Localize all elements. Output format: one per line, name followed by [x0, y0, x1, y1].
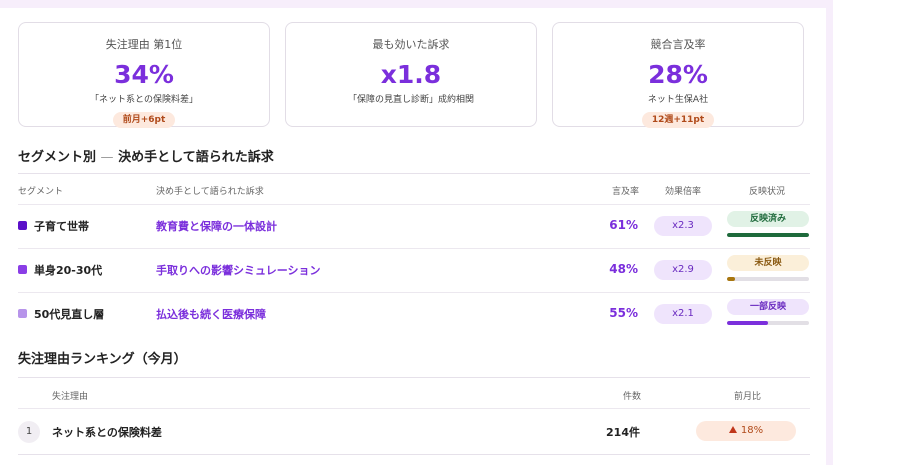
- segment-name: 単身20-30代: [34, 264, 103, 277]
- divider: [18, 454, 810, 455]
- ranking-section: 失注理由ランキング（今月） 失注理由 件数 前月比 1 ネット系との保険料差 2…: [18, 349, 810, 455]
- segment-section: セグメント別 — 決め手として語られた訴求 セグメント 決め手として語られた訴求…: [18, 147, 810, 336]
- table-row[interactable]: 1 ネット系との保険料差 214件 18%: [18, 408, 810, 454]
- segment-mention-rate: 61%: [609, 218, 638, 232]
- segment-effect-multiplier: x2.1: [654, 304, 712, 324]
- col-header-status: 反映状況: [749, 187, 786, 197]
- segment-name: 子育て世帯: [34, 220, 89, 233]
- segment-mention-rate: 48%: [609, 262, 638, 276]
- col-header-mom: 前月比: [734, 392, 762, 402]
- kpi-value: 28%: [648, 60, 708, 89]
- loss-count: 214件: [606, 426, 640, 439]
- kpi-label: 競合言及率: [650, 38, 706, 51]
- kpi-card-row: 失注理由 第1位 34% 「ネット系との保険料差」 前月+6pt 最も効いた訴求…: [18, 22, 810, 128]
- status-progress-track: [727, 321, 809, 325]
- segment-name: 50代見直し層: [34, 308, 105, 321]
- status-badge: 未反映: [727, 255, 809, 271]
- right-frame-band: [826, 0, 833, 465]
- segment-appeal: 払込後も続く医療保障: [156, 308, 266, 321]
- status-progress-fill: [727, 233, 809, 237]
- segment-appeal: 手取りへの影響シミュレーション: [156, 264, 321, 277]
- col-header-rate: 言及率: [612, 187, 640, 197]
- status-progress-track: [727, 233, 809, 237]
- dashboard: 失注理由 第1位 34% 「ネット系との保険料差」 前月+6pt 最も効いた訴求…: [18, 22, 810, 455]
- kpi-change-badge: 前月+6pt: [112, 112, 176, 128]
- kpi-subtext: 「ネット系との保険料差」: [90, 95, 198, 105]
- segment-section-title: セグメント別 — 決め手として語られた訴求: [18, 147, 810, 169]
- table-row[interactable]: 単身20-30代 手取りへの影響シミュレーション 48% x2.9 未反映: [18, 248, 810, 292]
- segment-table-header: セグメント 決め手として語られた訴求 言及率 効果倍率 反映状況: [18, 174, 810, 204]
- kpi-label: 最も効いた訴求: [372, 38, 450, 51]
- kpi-card-competitor-mention: 競合言及率 28% ネット生保A社 12週+11pt: [552, 22, 804, 128]
- table-row[interactable]: 子育て世帯 教育費と保障の一体設計 61% x2.3 反映済み: [18, 204, 810, 248]
- col-header-appeal: 決め手として語られた訴求: [156, 187, 264, 197]
- segment-effect-multiplier: x2.3: [654, 216, 712, 236]
- col-header-segment: セグメント: [18, 187, 64, 197]
- segment-color-swatch: [18, 221, 27, 230]
- status-progress-track: [727, 277, 809, 281]
- ranking-section-title: 失注理由ランキング（今月）: [18, 352, 187, 367]
- col-header-multiplier: 効果倍率: [665, 187, 702, 197]
- kpi-change-badge: 12週+11pt: [641, 112, 715, 128]
- segment-title-rest: 決め手として語られた訴求: [118, 150, 274, 165]
- segment-appeal: 教育費と保障の一体設計: [156, 220, 277, 233]
- ranking-table-header: 失注理由 件数 前月比: [18, 378, 810, 408]
- kpi-value: 34%: [114, 60, 174, 89]
- rank-number: 1: [18, 421, 40, 443]
- kpi-subtext: ネット生保A社: [647, 95, 709, 105]
- kpi-card-top-loss-reason: 失注理由 第1位 34% 「ネット系との保険料差」 前月+6pt: [18, 22, 270, 128]
- table-row[interactable]: 50代見直し層 払込後も続く医療保障 55% x2.1 一部反映: [18, 292, 810, 336]
- triangle-up-icon: [728, 426, 737, 433]
- status-badge: 一部反映: [727, 299, 809, 315]
- segment-table-body: 子育て世帯 教育費と保障の一体設計 61% x2.3 反映済み 単身20-30代…: [18, 204, 810, 336]
- segment-color-swatch: [18, 265, 27, 274]
- segment-title-main: セグメント別: [18, 150, 97, 165]
- col-header-reason: 失注理由: [52, 392, 89, 402]
- loss-reason: ネット系との保険料差: [52, 426, 162, 439]
- status-progress-fill: [727, 277, 736, 281]
- mom-change-badge: 18%: [696, 421, 796, 441]
- segment-color-swatch: [18, 309, 27, 318]
- kpi-subtext: 「保障の見直し診断」成約相関: [347, 95, 474, 105]
- mom-change-value: 18%: [740, 425, 764, 436]
- col-header-count: 件数: [623, 392, 642, 402]
- top-frame-band: [0, 0, 826, 8]
- status-progress-fill: [727, 321, 768, 325]
- title-separator: —: [100, 150, 114, 165]
- segment-effect-multiplier: x2.9: [654, 260, 712, 280]
- kpi-card-best-appeal: 最も効いた訴求 x1.8 「保障の見直し診断」成約相関: [285, 22, 537, 127]
- kpi-label: 失注理由 第1位: [105, 38, 183, 51]
- status-badge: 反映済み: [727, 211, 809, 227]
- segment-mention-rate: 55%: [609, 306, 638, 320]
- kpi-value: x1.8: [380, 60, 442, 89]
